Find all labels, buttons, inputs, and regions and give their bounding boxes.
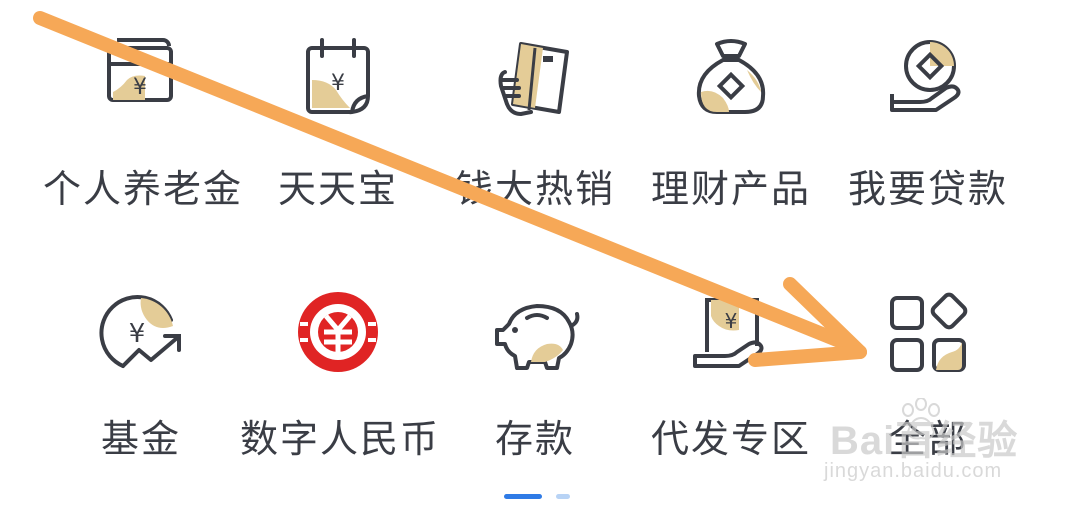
- money-bag-icon: [683, 30, 779, 126]
- pension-card-icon: ¥: [93, 30, 189, 126]
- digital-rmb-icon: [290, 286, 386, 382]
- menu-item-fund[interactable]: ¥ 基金: [43, 258, 239, 488]
- menu-item-loan[interactable]: 我要贷款: [830, 0, 1026, 230]
- svg-text:¥: ¥: [133, 75, 147, 100]
- menu-item-label: 个人养老金: [43, 167, 244, 211]
- menu-item-wealth-products[interactable]: 理财产品: [633, 0, 829, 230]
- menu-item-label: 理财产品: [650, 167, 811, 211]
- svg-text:¥: ¥: [129, 319, 146, 349]
- svg-text:¥: ¥: [725, 309, 738, 333]
- calendar-yuan-icon: ¥: [290, 30, 386, 126]
- page-indicator: [0, 494, 1074, 500]
- menu-item-label: 基金: [100, 417, 181, 461]
- page-dot[interactable]: [556, 494, 570, 499]
- fund-growth-icon: ¥: [93, 286, 189, 382]
- menu-item-label: 钱大热销: [454, 167, 615, 211]
- menu-item-label: 天天宝: [277, 167, 398, 211]
- svg-text:¥: ¥: [331, 71, 345, 96]
- menu-item-digital-rmb[interactable]: 数字人民币: [240, 258, 441, 488]
- menu-item-deposit[interactable]: 存款: [437, 258, 633, 488]
- menu-item-label: 数字人民币: [240, 417, 441, 461]
- page-dot-active[interactable]: [504, 494, 542, 499]
- menu-item-pension[interactable]: ¥ 个人养老金: [43, 0, 244, 230]
- menu-item-payroll[interactable]: ¥ 代发专区: [633, 258, 829, 488]
- piggy-bank-icon: [487, 286, 583, 382]
- all-apps-icon: [880, 286, 976, 382]
- menu-item-label: 全部: [887, 417, 968, 461]
- hand-card-icon: [487, 30, 583, 126]
- menu-item-label: 存款: [494, 417, 575, 461]
- menu-item-hot-sale[interactable]: 钱大热销: [437, 0, 633, 230]
- menu-item-all[interactable]: 全部: [830, 258, 1026, 488]
- menu-item-label: 代发专区: [650, 417, 811, 461]
- hand-coin-icon: [880, 30, 976, 126]
- menu-item-label: 我要贷款: [847, 167, 1008, 211]
- menu-item-tiantianbao[interactable]: ¥ 天天宝: [240, 0, 436, 230]
- payroll-icon: ¥: [683, 286, 779, 382]
- service-menu-grid: ¥ 个人养老金 ¥ 天天宝 钱大热销 理财产品 我要贷款 ¥ 基金 数字人民币 …: [0, 0, 1074, 510]
